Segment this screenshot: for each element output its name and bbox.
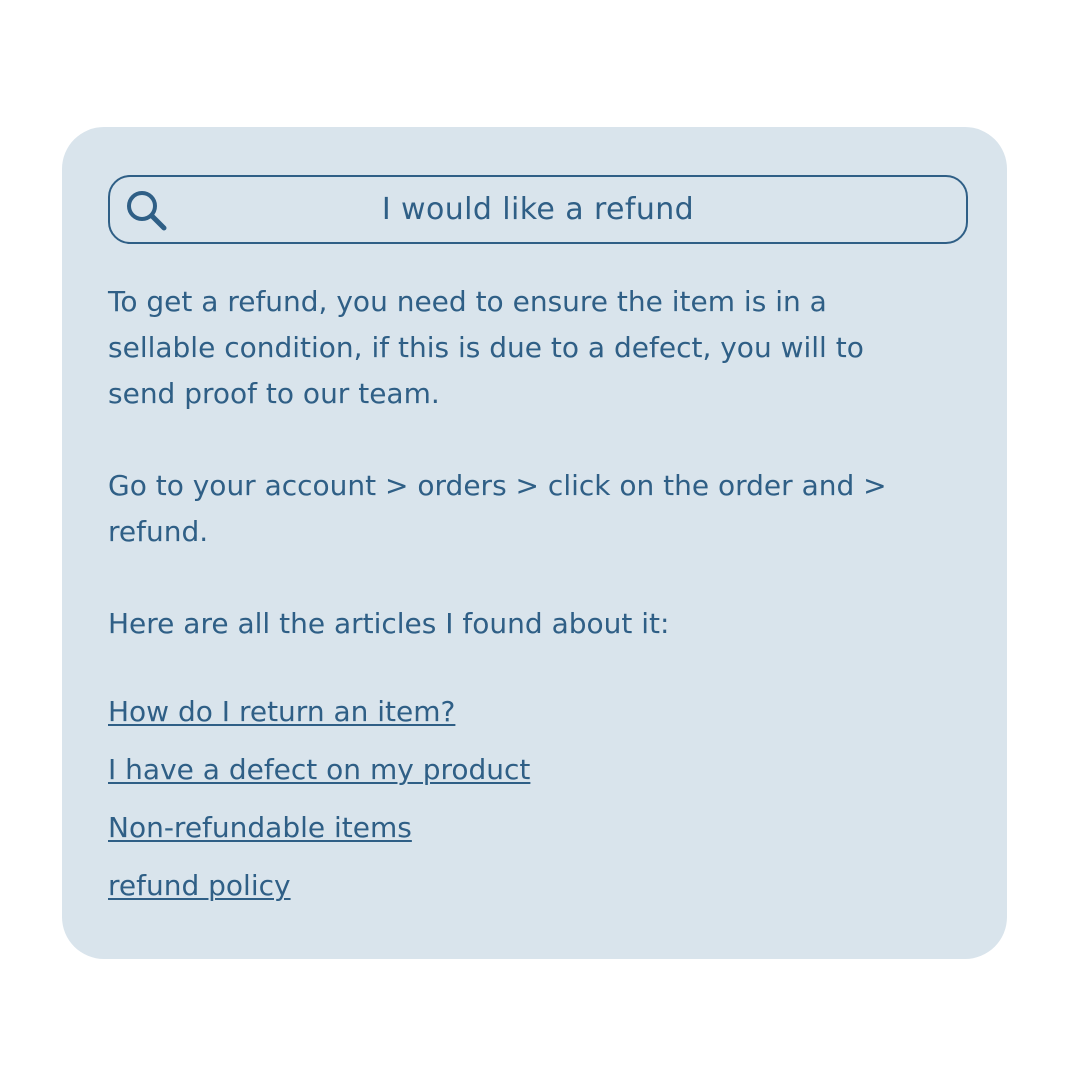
answer-paragraph-articles-intro: Here are all the articles I found about … [108, 607, 670, 640]
search-icon[interactable] [124, 188, 170, 234]
article-link-refund-policy[interactable]: refund policy [108, 857, 938, 915]
article-link-return-item[interactable]: How do I return an item? [108, 683, 938, 741]
help-card: I would like a refund To get a refund, y… [62, 127, 1007, 959]
search-query[interactable]: I would like a refund [180, 177, 896, 242]
answer-paragraph-refund-conditions: To get a refund, you need to ensure the … [108, 285, 864, 410]
search-bar[interactable]: I would like a refund [108, 175, 968, 244]
article-list: How do I return an item? I have a defect… [108, 683, 938, 915]
answer-paragraph-refund-steps: Go to your account > orders > click on t… [108, 469, 887, 548]
answer-text: To get a refund, you need to ensure the … [108, 279, 938, 647]
article-link-product-defect[interactable]: I have a defect on my product [108, 741, 938, 799]
article-link-non-refundable-items[interactable]: Non-refundable items [108, 799, 938, 857]
